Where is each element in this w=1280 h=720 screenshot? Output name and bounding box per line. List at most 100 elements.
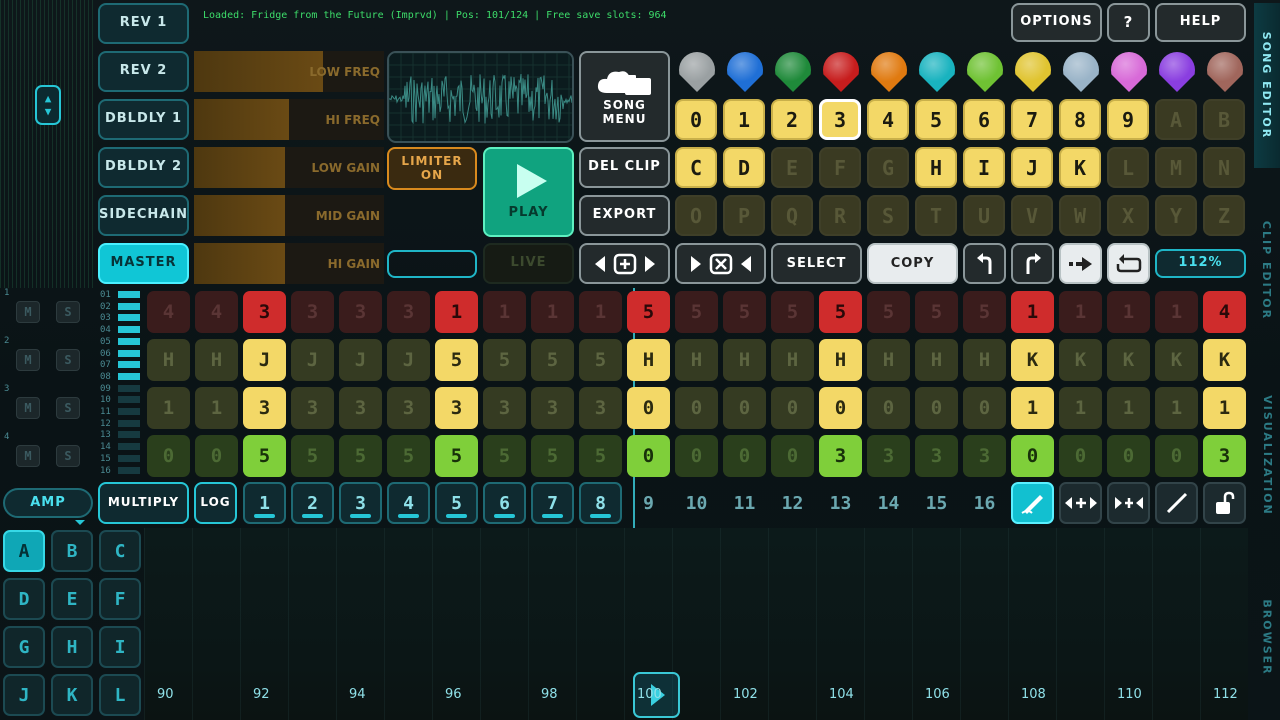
clip-letter-button[interactable]: K [51, 674, 93, 716]
step-button[interactable]: 3 [339, 482, 382, 524]
track-cell[interactable]: 0 [1059, 435, 1102, 477]
select-button[interactable]: SELECT [771, 243, 862, 284]
track-cell[interactable]: 0 [1155, 435, 1198, 477]
zoom-level[interactable]: 112% [1155, 249, 1246, 278]
track-cell[interactable]: 1 [1155, 291, 1198, 333]
mute-button[interactable]: M [16, 397, 40, 419]
track-cell[interactable]: K [1011, 339, 1054, 381]
bus-dbldly2-button[interactable]: DBLDLY 2 [98, 147, 189, 188]
pattern-key[interactable]: I [963, 147, 1005, 188]
track-cell[interactable]: H [867, 339, 910, 381]
track-cell[interactable]: 1 [1203, 387, 1246, 429]
track-cell[interactable]: 1 [147, 387, 190, 429]
log-button[interactable]: LOG [194, 482, 237, 524]
pattern-key[interactable]: X [1107, 195, 1149, 236]
track-cell[interactable]: H [675, 339, 718, 381]
step-button[interactable]: 14 [867, 482, 910, 524]
track-cell[interactable]: 5 [483, 435, 526, 477]
pattern-key[interactable]: H [915, 147, 957, 188]
step-button[interactable]: 4 [387, 482, 430, 524]
track-cell[interactable]: 0 [147, 435, 190, 477]
tab-browser[interactable]: BROWSER [1254, 555, 1280, 720]
track-cell[interactable]: 5 [435, 339, 478, 381]
track-cell[interactable]: K [1155, 339, 1198, 381]
undo-button[interactable] [963, 243, 1006, 284]
pattern-key[interactable]: 6 [963, 99, 1005, 140]
color-pick-2[interactable] [727, 52, 763, 92]
track-cell[interactable]: 3 [387, 387, 430, 429]
color-pick-6[interactable] [919, 52, 955, 92]
track-cell[interactable]: 3 [1203, 435, 1246, 477]
mute-button[interactable]: M [16, 301, 40, 323]
step-button[interactable]: 13 [819, 482, 862, 524]
clip-letter-button[interactable]: D [3, 578, 45, 620]
pattern-key[interactable]: 8 [1059, 99, 1101, 140]
track-cell[interactable]: H [819, 339, 862, 381]
pattern-key[interactable]: J [1011, 147, 1053, 188]
pattern-key[interactable]: M [1155, 147, 1197, 188]
options-button[interactable]: OPTIONS [1011, 3, 1102, 42]
color-pick-8[interactable] [1015, 52, 1051, 92]
pattern-key[interactable]: 5 [915, 99, 957, 140]
pattern-key[interactable]: P [723, 195, 765, 236]
track-cell[interactable]: 3 [435, 387, 478, 429]
track-cell[interactable]: 1 [531, 291, 574, 333]
track-cell[interactable]: 3 [243, 291, 286, 333]
pattern-key[interactable]: D [723, 147, 765, 188]
pattern-key[interactable]: W [1059, 195, 1101, 236]
track-cell[interactable]: 5 [627, 291, 670, 333]
track-cell[interactable]: 5 [339, 435, 382, 477]
pattern-key[interactable]: 2 [771, 99, 813, 140]
step-button[interactable]: 12 [771, 482, 814, 524]
track-cell[interactable]: K [1059, 339, 1102, 381]
color-pick-1[interactable] [679, 52, 715, 92]
color-pick-9[interactable] [1063, 52, 1099, 92]
limiter-button[interactable]: LIMITER ON [387, 147, 477, 190]
bus-sidechain-button[interactable]: SIDECHAIN [98, 195, 189, 236]
track-cell[interactable]: 5 [483, 339, 526, 381]
insert-button[interactable] [579, 243, 670, 284]
track-cell[interactable]: 5 [675, 291, 718, 333]
track-cell[interactable]: 1 [435, 291, 478, 333]
step-button[interactable]: 7 [531, 482, 574, 524]
track-cell[interactable]: 1 [579, 291, 622, 333]
draw-tool-button[interactable] [1011, 482, 1054, 524]
bus-dbldly1-button[interactable]: DBLDLY 1 [98, 99, 189, 140]
clip-letter-button[interactable]: H [51, 626, 93, 668]
track-cell[interactable]: 0 [627, 387, 670, 429]
track-cell[interactable]: 3 [339, 291, 382, 333]
song-menu-button[interactable]: SONG MENU [579, 51, 670, 142]
track-cell[interactable]: 0 [1011, 435, 1054, 477]
solo-button[interactable]: S [56, 301, 80, 323]
track-cell[interactable]: H [627, 339, 670, 381]
pattern-key[interactable]: 1 [723, 99, 765, 140]
eq-slider[interactable]: HI GAIN [194, 243, 384, 284]
solo-button[interactable]: S [56, 445, 80, 467]
track-cell[interactable]: 1 [195, 387, 238, 429]
track-cell[interactable]: J [339, 339, 382, 381]
clip-letter-button[interactable]: B [51, 530, 93, 572]
track-cell[interactable]: 5 [387, 435, 430, 477]
track-cell[interactable]: 3 [243, 387, 286, 429]
question-button[interactable]: ? [1107, 3, 1150, 42]
export-button[interactable]: EXPORT [579, 195, 670, 236]
track-cell[interactable]: 0 [915, 387, 958, 429]
track-cell[interactable]: 1 [1059, 291, 1102, 333]
scroll-handle-icon[interactable]: ▲ ▼ [35, 85, 61, 125]
track-cell[interactable]: 5 [915, 291, 958, 333]
track-cell[interactable]: H [915, 339, 958, 381]
clip-letter-button[interactable]: E [51, 578, 93, 620]
track-cell[interactable]: 5 [963, 291, 1006, 333]
track-cell[interactable]: 3 [387, 291, 430, 333]
track-cell[interactable]: 3 [531, 387, 574, 429]
track-cell[interactable]: 3 [915, 435, 958, 477]
track-cell[interactable]: 3 [963, 435, 1006, 477]
track-cell[interactable]: 1 [1011, 387, 1054, 429]
track-cell[interactable]: 5 [531, 339, 574, 381]
color-pick-3[interactable] [775, 52, 811, 92]
color-pick-11[interactable] [1159, 52, 1195, 92]
track-cell[interactable]: J [243, 339, 286, 381]
pattern-key[interactable]: U [963, 195, 1005, 236]
step-button[interactable]: 8 [579, 482, 622, 524]
track-cell[interactable]: 3 [867, 435, 910, 477]
